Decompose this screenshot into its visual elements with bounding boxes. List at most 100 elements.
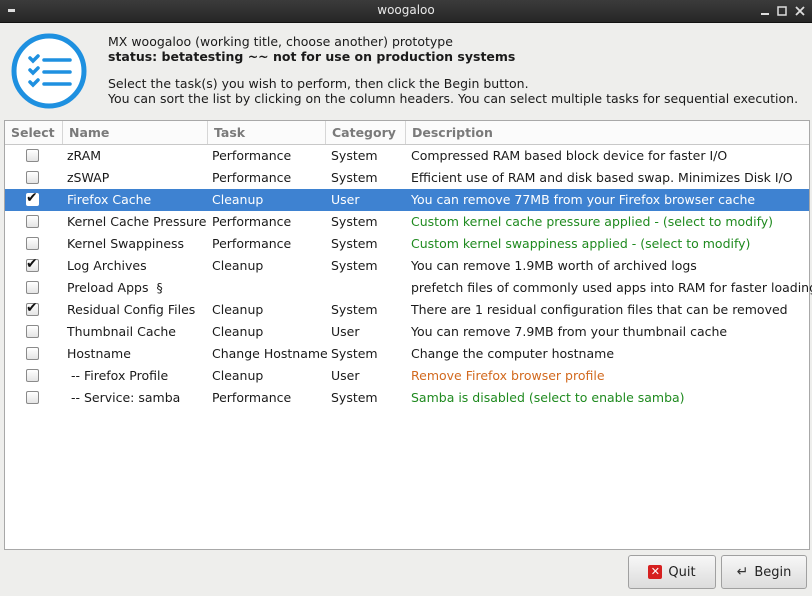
- select-checkbox[interactable]: ✔: [26, 190, 39, 206]
- quit-button[interactable]: ✕ Quit: [628, 555, 716, 589]
- app-title: MX woogaloo (working title, choose anoth…: [108, 34, 453, 49]
- table-row[interactable]: ✔ Hostname Change HostnameSystem Change the…: [5, 343, 809, 365]
- maximize-button[interactable]: [775, 4, 789, 18]
- status-text: status: betatesting ~~ not for use on pr…: [108, 49, 516, 64]
- table-row[interactable]: ✔ Residual Config Files Cleanup System There…: [5, 299, 809, 321]
- task-category: System: [331, 214, 378, 229]
- task-name: zSWAP: [67, 170, 110, 185]
- task-name: Preload Apps §: [67, 280, 163, 295]
- select-checkbox[interactable]: ✔: [26, 237, 39, 250]
- task-name: Thumbnail Cache: [67, 324, 176, 339]
- task-name: -- Service: samba: [67, 390, 181, 405]
- task-description: prefetch files of commonly used apps int…: [411, 280, 812, 295]
- table-row[interactable]: ✔ zSWAP Performance System Efficient use of …: [5, 167, 809, 189]
- table-row[interactable]: ✔ Kernel Swappiness Performance System Custo…: [5, 233, 809, 255]
- task-type: Cleanup: [212, 258, 264, 273]
- column-header-task[interactable]: Task: [208, 121, 326, 144]
- task-name: -- Firefox Profile: [67, 368, 169, 383]
- instructions-line-1: Select the task(s) you wish to perform, …: [108, 76, 529, 91]
- column-header-category[interactable]: Category: [326, 121, 406, 144]
- task-category: User: [331, 368, 360, 383]
- task-category: System: [331, 346, 378, 361]
- table-row[interactable]: ✔ Kernel Cache Pressure Performance System C…: [5, 211, 809, 233]
- close-button[interactable]: [793, 4, 807, 18]
- table-row[interactable]: ✔ -- Firefox Profile Cleanup User Remove Fi…: [5, 365, 809, 387]
- task-category: System: [331, 170, 378, 185]
- select-checkbox[interactable]: ✔: [26, 325, 39, 338]
- task-name: Log Archives: [67, 258, 147, 273]
- checkmark-icon: ✔: [26, 190, 38, 206]
- begin-button[interactable]: ↵ Begin: [721, 555, 807, 589]
- table-row[interactable]: ✔ zRAM Performance System Compressed RAM bas…: [5, 145, 809, 167]
- task-description: Compressed RAM based block device for fa…: [411, 148, 728, 163]
- task-category: System: [331, 302, 378, 317]
- task-description: Custom kernel swappiness applied - (sele…: [411, 236, 751, 251]
- select-checkbox[interactable]: ✔: [26, 171, 39, 184]
- task-category: User: [331, 192, 360, 207]
- select-checkbox[interactable]: ✔: [26, 215, 39, 228]
- select-checkbox[interactable]: ✔: [26, 391, 39, 404]
- task-type: Performance: [212, 236, 292, 251]
- column-header-name[interactable]: Name: [63, 121, 208, 144]
- task-category: System: [331, 148, 378, 163]
- select-checkbox[interactable]: ✔: [26, 149, 39, 162]
- task-type: Change Hostname: [212, 346, 328, 361]
- task-type: Performance: [212, 170, 292, 185]
- enter-arrow-icon: ↵: [736, 564, 749, 580]
- task-type: Performance: [212, 390, 292, 405]
- minimize-button[interactable]: [758, 4, 772, 18]
- task-category: User: [331, 324, 360, 339]
- app-logo-icon: [11, 33, 87, 109]
- task-description: You can remove 77MB from your Firefox br…: [411, 192, 756, 207]
- task-table: Select Name Task Category Description ✔ z…: [4, 120, 812, 550]
- task-type: Cleanup: [212, 302, 264, 317]
- task-type: Performance: [212, 148, 292, 163]
- title-bar: woogaloo: [0, 0, 812, 23]
- instructions: Select the task(s) you wish to perform, …: [108, 76, 798, 106]
- header: MX woogaloo (working title, choose anoth…: [108, 34, 515, 64]
- task-description: Efficient use of RAM and disk based swap…: [411, 170, 793, 185]
- table-body: ✔ zRAM Performance System Compressed RAM bas…: [5, 145, 812, 409]
- table-row[interactable]: ✔ Log Archives Cleanup System You can remove…: [5, 255, 809, 277]
- task-name: Kernel Cache Pressure: [67, 214, 207, 229]
- checkmark-icon: ✔: [26, 300, 38, 316]
- table-row[interactable]: ✔ Preload Apps § prefetch files of commonl…: [5, 277, 812, 299]
- task-type: Performance: [212, 214, 292, 229]
- task-type: Cleanup: [212, 368, 264, 383]
- close-icon: [795, 6, 805, 16]
- table-row[interactable]: ✔ Thumbnail Cache Cleanup User You can remov…: [5, 321, 809, 343]
- task-description: There are 1 residual configuration files…: [411, 302, 788, 317]
- task-description: You can remove 7.9MB from your thumbnail…: [411, 324, 728, 339]
- table-header: Select Name Task Category Description: [5, 121, 809, 145]
- checkmark-icon: ✔: [26, 256, 38, 272]
- task-type: Cleanup: [212, 324, 264, 339]
- task-description: Change the computer hostname: [411, 346, 615, 361]
- task-description: You can remove 1.9MB worth of archived l…: [411, 258, 697, 273]
- maximize-icon: [777, 6, 787, 16]
- table-row[interactable]: ✔ -- Service: samba Performance System Samb…: [5, 387, 809, 409]
- select-checkbox[interactable]: ✔: [26, 347, 39, 360]
- task-name: Firefox Cache: [67, 192, 152, 207]
- select-checkbox[interactable]: ✔: [26, 281, 39, 294]
- quit-icon: ✕: [648, 565, 663, 579]
- column-header-select[interactable]: Select: [5, 121, 63, 144]
- task-category: System: [331, 236, 378, 251]
- column-header-description[interactable]: Description: [406, 121, 810, 144]
- minimize-icon: [761, 13, 769, 15]
- task-name: Residual Config Files: [67, 302, 196, 317]
- task-description: Remove Firefox browser profile: [411, 368, 605, 383]
- quit-label: Quit: [668, 564, 696, 580]
- table-row[interactable]: ✔ Firefox Cache Cleanup User You can remove …: [5, 189, 809, 211]
- task-type: Cleanup: [212, 192, 264, 207]
- select-checkbox[interactable]: ✔: [26, 369, 39, 382]
- task-category: System: [331, 390, 378, 405]
- select-checkbox[interactable]: ✔: [26, 300, 39, 316]
- task-category: System: [331, 258, 378, 273]
- select-checkbox[interactable]: ✔: [26, 256, 39, 272]
- task-description: Samba is disabled (select to enable samb…: [411, 390, 685, 405]
- instructions-line-2: You can sort the list by clicking on the…: [108, 91, 799, 106]
- task-description: Custom kernel cache pressure applied - (…: [411, 214, 774, 229]
- window-title: woogaloo: [377, 3, 435, 17]
- task-name: Hostname: [67, 346, 131, 361]
- task-name: zRAM: [67, 148, 102, 163]
